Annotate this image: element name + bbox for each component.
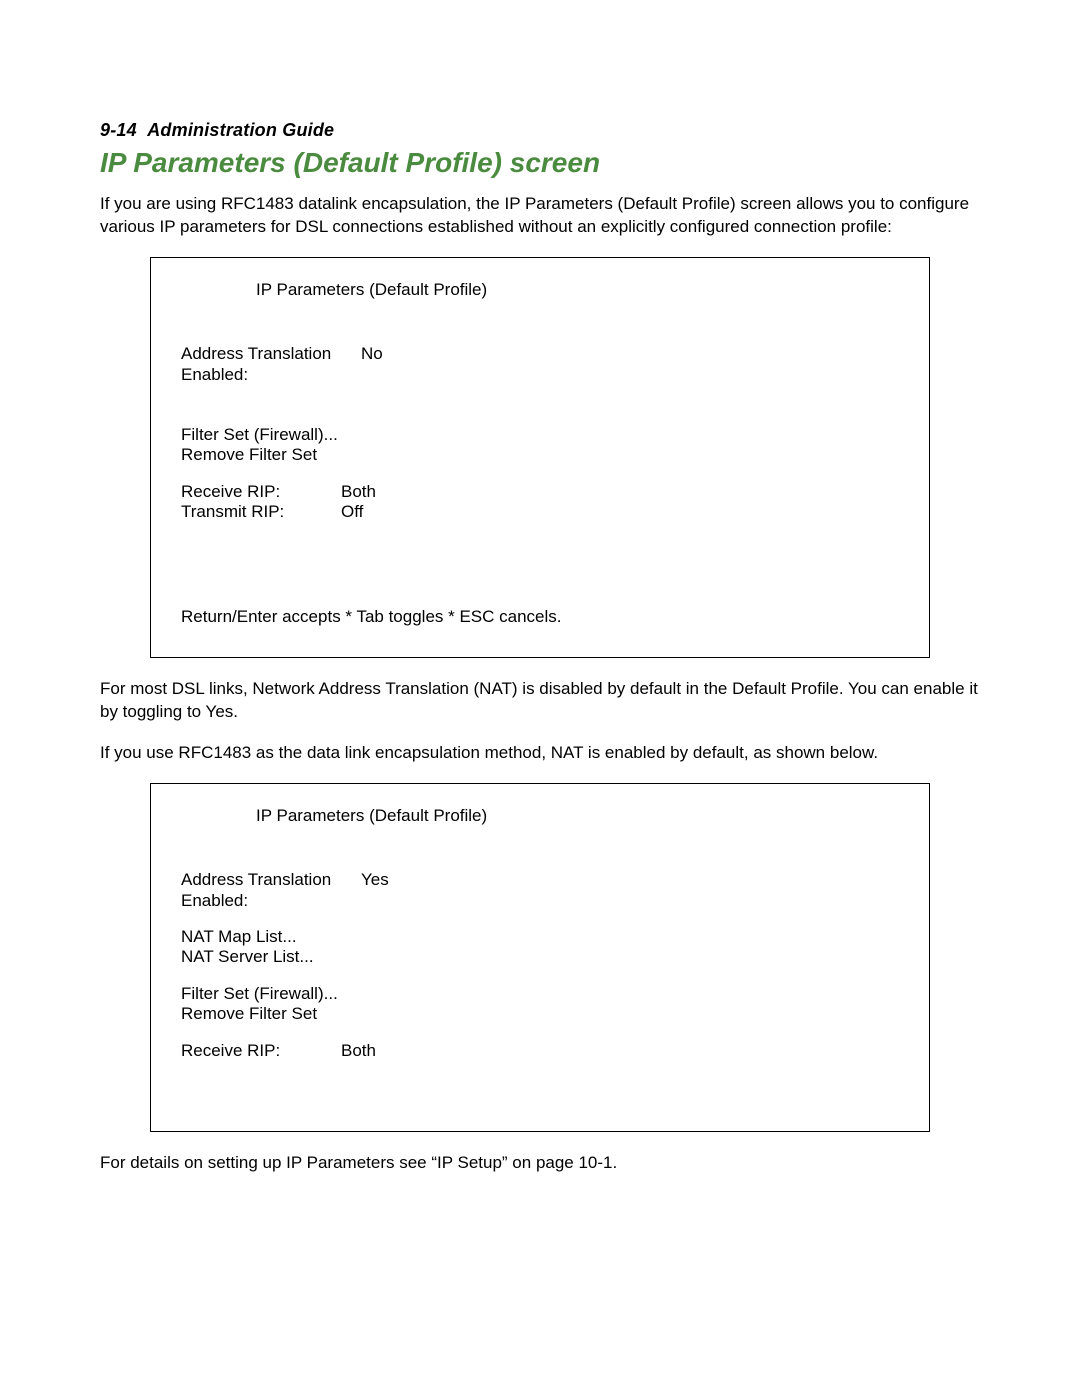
section-title: IP Parameters (Default Profile) screen [100, 147, 980, 179]
receive-rip-label: Receive RIP: [181, 482, 341, 502]
outro-paragraph: For details on setting up IP Parameters … [100, 1152, 980, 1175]
transmit-rip-row: Transmit RIP: Off [181, 502, 899, 522]
guide-name: Administration Guide [147, 120, 334, 140]
mid-paragraph-1: For most DSL links, Network Address Tran… [100, 678, 980, 724]
receive-rip-value-2: Both [341, 1041, 376, 1061]
transmit-rip-value: Off [341, 502, 363, 522]
screen-title-1: IP Parameters (Default Profile) [181, 280, 899, 300]
addr-translation-row: Address Translation Enabled: No [181, 344, 899, 385]
filter-set-item-2: Filter Set (Firewall)... [181, 984, 899, 1004]
addr-translation-value-2: Yes [361, 870, 389, 911]
box1-footer: Return/Enter accepts * Tab toggles * ESC… [181, 607, 899, 627]
addr-translation-label-2: Address Translation Enabled: [181, 870, 361, 911]
nat-map-item: NAT Map List... [181, 927, 899, 947]
filter-set-item: Filter Set (Firewall)... [181, 425, 899, 445]
remove-filter-item: Remove Filter Set [181, 445, 899, 465]
intro-paragraph: If you are using RFC1483 datalink encaps… [100, 193, 980, 239]
remove-filter-item-2: Remove Filter Set [181, 1004, 899, 1024]
nat-server-item: NAT Server List... [181, 947, 899, 967]
receive-rip-row-2: Receive RIP: Both [181, 1041, 899, 1061]
page: 9-14 Administration Guide IP Parameters … [0, 0, 1080, 1397]
addr-translation-row-2: Address Translation Enabled: Yes [181, 870, 899, 911]
receive-rip-row: Receive RIP: Both [181, 482, 899, 502]
page-ref: 9-14 [100, 120, 137, 140]
transmit-rip-label: Transmit RIP: [181, 502, 341, 522]
mid-paragraph-2: If you use RFC1483 as the data link enca… [100, 742, 980, 765]
receive-rip-label-2: Receive RIP: [181, 1041, 341, 1061]
page-header: 9-14 Administration Guide [100, 120, 980, 141]
addr-translation-value: No [361, 344, 383, 385]
screen-box-2: IP Parameters (Default Profile) Address … [150, 783, 930, 1132]
screen-title-2: IP Parameters (Default Profile) [181, 806, 899, 826]
receive-rip-value: Both [341, 482, 376, 502]
addr-translation-label: Address Translation Enabled: [181, 344, 361, 385]
screen-box-1: IP Parameters (Default Profile) Address … [150, 257, 930, 658]
